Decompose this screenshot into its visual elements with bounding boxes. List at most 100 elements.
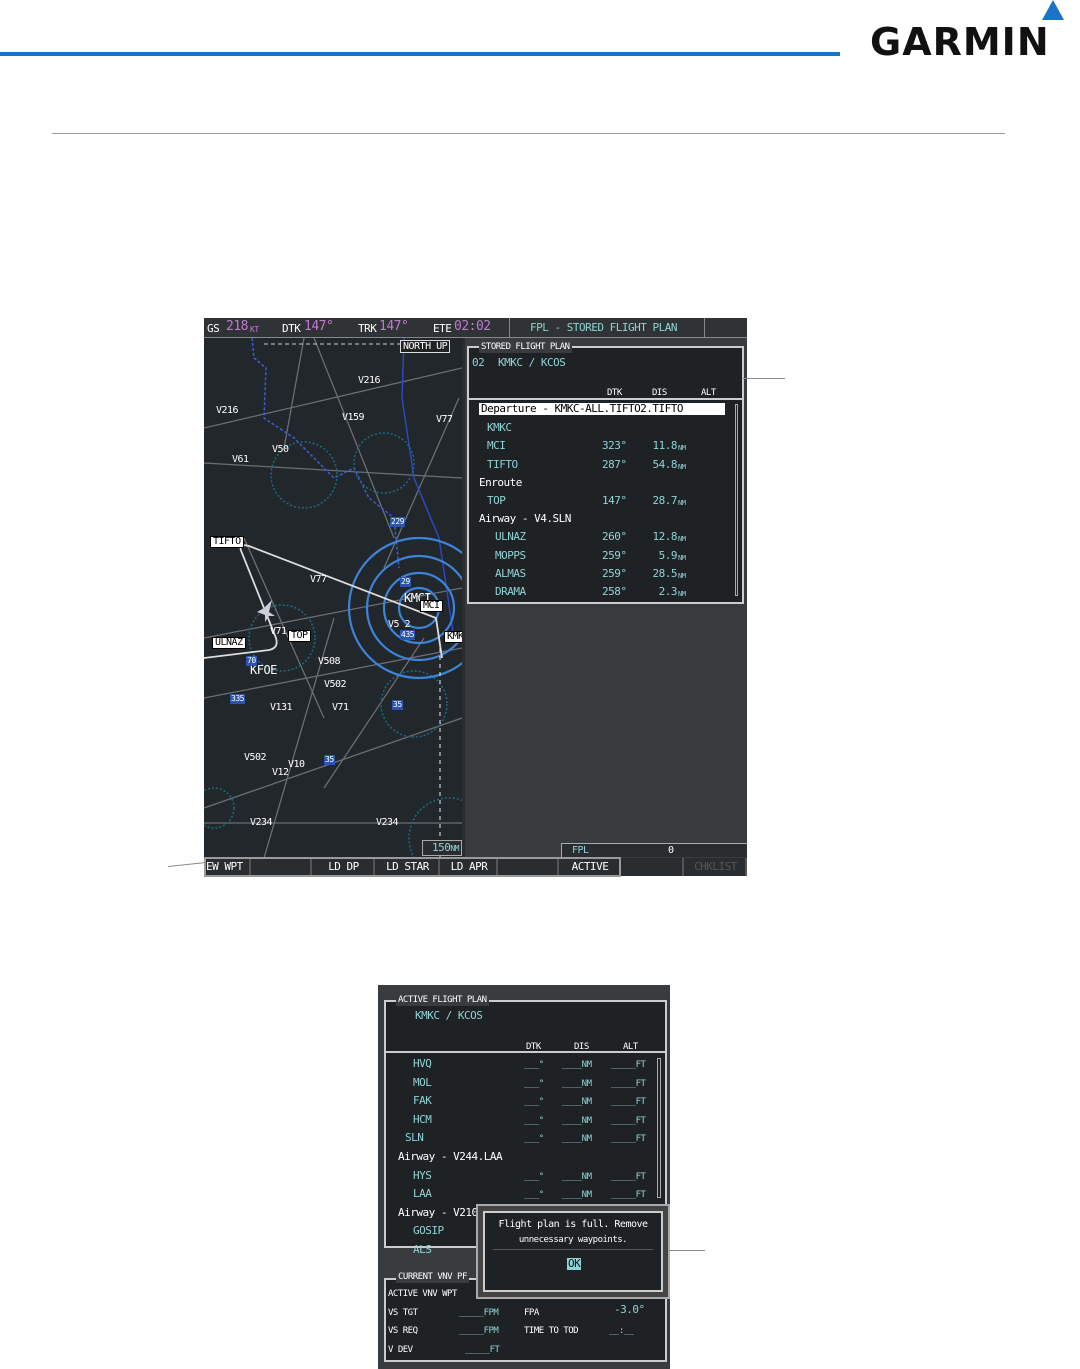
flight-plan-row[interactable]: Enroute (465, 476, 735, 490)
row-alt: _____FT (611, 1171, 646, 1182)
range-unit: NM (450, 844, 459, 853)
fpa-value: -3.0° (614, 1303, 645, 1316)
row-unit: NM (678, 444, 686, 453)
softkey-blank-5[interactable] (498, 858, 559, 876)
row-dtk: 287° (602, 457, 627, 471)
row-dis: 12.8 (652, 530, 678, 544)
map-label: V216 (216, 405, 239, 416)
row-name: MCI (487, 439, 506, 453)
row-dtk: 323° (602, 439, 627, 453)
flight-plan-row[interactable]: HVQ ___° ____NM _____FT (378, 1058, 658, 1072)
flight-plan-row[interactable]: LAA ___° ____NM _____FT (378, 1188, 658, 1202)
flight-plan-row[interactable]: MCI 323° 11.8 NM (465, 439, 735, 453)
row-name: Enroute (479, 475, 522, 489)
flight-plan-row[interactable]: SLN ___° ____NM _____FT (378, 1132, 658, 1146)
flight-plan-row[interactable]: KMKC (465, 421, 735, 435)
v-dev-label: V DEV (388, 1345, 413, 1355)
row-dis: 5.9 (658, 548, 678, 562)
softkey-ld-dp[interactable]: LD DP (312, 858, 375, 876)
softkey-chklist[interactable]: CHKLIST (684, 858, 747, 876)
flight-plan-row[interactable]: Airway - V4.SLN (465, 512, 735, 526)
vs-tgt-label: VS TGT (388, 1308, 418, 1318)
row-dis: 54.8 (652, 457, 678, 471)
vs-tgt-value: _____FPM (459, 1308, 499, 1318)
map-label: V71 (332, 702, 349, 713)
scrollbar[interactable] (735, 404, 738, 596)
row-name: Airway - V210. (398, 1205, 484, 1219)
row-name: Departure - KMKC-ALL.TIFTO2.TIFTO (479, 403, 725, 415)
softkey-active[interactable]: ACTIVE (559, 858, 621, 876)
softkey-ld-apr[interactable]: LD APR (440, 858, 498, 876)
ok-button[interactable]: OK (567, 1258, 582, 1270)
map-label: V12 (272, 767, 289, 778)
row-name: HCM (413, 1112, 432, 1126)
time-to-tod-value: __:__ (609, 1326, 634, 1336)
flight-plan-row[interactable]: Departure - KMKC-ALL.TIFTO2.TIFTO (465, 403, 735, 417)
map-label: V50 (272, 444, 289, 455)
row-name: MOPPS (495, 548, 526, 562)
row-dis: 11.8 (652, 439, 678, 453)
map-label: 70 (246, 656, 257, 666)
softkey-blank-1[interactable] (251, 858, 312, 876)
ete-value: 02:02 (454, 319, 491, 334)
fpl-value: 0 (668, 845, 674, 856)
row-dis: 2.3 (658, 585, 678, 598)
row-name: FAK (413, 1094, 432, 1108)
flight-plan-row[interactable]: ALMAS 259° 28.5 NM (465, 567, 735, 581)
callout-line (168, 862, 206, 867)
row-name: TOP (487, 494, 506, 507)
dialog-message-line2: unnecessary waypoints. (518, 1235, 628, 1245)
row-dtk: ___° (524, 1097, 544, 1108)
flight-plan-row[interactable]: HYS ___° ____NM _____FT (378, 1169, 658, 1184)
row-unit: NM (678, 535, 686, 544)
softkey-bar: EW WPT LD DP LD STAR LD APR ACTIVE CHKLIST (204, 858, 747, 876)
map-label: 29 (400, 577, 411, 587)
flight-plan-row[interactable]: FAK ___° ____NM _____FT (378, 1095, 658, 1109)
garmin-logo: GARMIN (870, 20, 1050, 64)
active-plan-route: KMKC / KCOS (415, 1009, 483, 1022)
flight-plan-row[interactable]: MOPPS 259° 5.9 NM (465, 549, 735, 563)
mfd-screenshot: GS 218 KT DTK 147° TRK 147° ETE 02:02 FP… (204, 318, 747, 877)
softkey-ld-star[interactable]: LD STAR (375, 858, 440, 876)
flight-plan-row[interactable]: ULNAZ 260° 12.8 NM (465, 530, 735, 544)
row-dtk: 260° (602, 530, 627, 544)
row-name: ULNAZ (495, 530, 526, 544)
softkey-blank-7[interactable] (621, 858, 684, 876)
callout-line (669, 1250, 705, 1251)
map-label: V216 (358, 375, 381, 386)
row-dis: 28.7 (652, 494, 678, 507)
flight-plan-row[interactable]: MOL ___° ____NM _____FT (378, 1075, 658, 1091)
dialog-message-line1: Flight plan is full. Remove (498, 1219, 648, 1230)
row-alt: _____FT (611, 1115, 646, 1126)
row-alt: _____FT (611, 1060, 646, 1070)
map-label: 229 (390, 517, 405, 527)
row-dtk: ___° (524, 1190, 544, 1201)
dtk-value: 147° (304, 319, 334, 334)
row-unit: NM (678, 462, 686, 471)
row-dis: ____NM (562, 1171, 592, 1182)
navigation-map[interactable]: NORTH UP V216 V216 V159 V77 V50 V61 TIFTO V77 KM… (204, 338, 462, 858)
header-rule (0, 52, 840, 56)
map-range[interactable]: 150NM (422, 840, 462, 856)
row-name: KMKC (487, 421, 512, 435)
row-name: Airway - V244.LAA (398, 1150, 503, 1163)
row-name: ALMAS (495, 566, 526, 580)
vs-req-label: VS REQ (388, 1326, 418, 1336)
softkey-ew-wpt[interactable]: EW WPT (204, 858, 251, 876)
flight-plan-row[interactable]: HCM ___° ____NM _____FT (378, 1112, 658, 1128)
flight-plan-row[interactable]: DRAMA 258° 2.3 NM (465, 585, 735, 599)
flight-plan-row[interactable]: TIFTO 287° 54.8 NM (465, 458, 735, 472)
map-label: 435 (400, 630, 415, 640)
flight-plan-row[interactable]: TOP 147° 28.7 NM (465, 494, 735, 508)
flight-plan-row[interactable]: Airway - V244.LAA (378, 1151, 658, 1165)
time-to-tod-label: TIME TO TOD (524, 1326, 579, 1336)
map-label: MCI (420, 600, 443, 612)
row-name: Airway - V4.SLN (479, 512, 571, 526)
row-dtk: 259° (602, 548, 627, 562)
map-label: V502 (324, 679, 347, 690)
row-name: GOSIP (413, 1224, 444, 1238)
trk-value: 147° (379, 319, 409, 334)
row-unit: NM (678, 571, 686, 580)
map-label: V10 (288, 759, 305, 770)
row-name: MOL (413, 1075, 432, 1089)
